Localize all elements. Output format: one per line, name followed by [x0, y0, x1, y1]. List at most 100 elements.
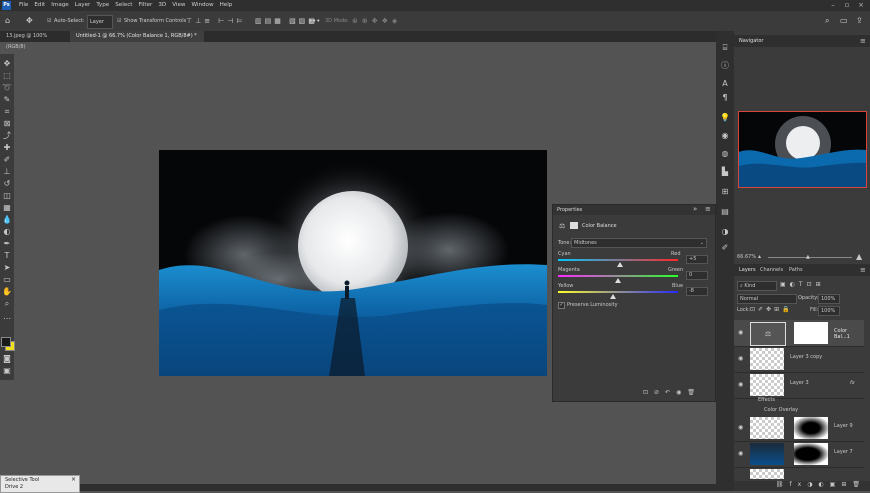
yellow-blue-slider-track[interactable]: [558, 291, 678, 293]
cyan-red-value[interactable]: +5: [686, 255, 708, 264]
swatches-icon[interactable]: ◍: [720, 149, 730, 159]
properties-footer-icons[interactable]: ⊡⊘↶◉🗑: [643, 389, 701, 396]
character-icon[interactable]: A: [720, 79, 730, 89]
stamp-tool-icon[interactable]: ⊥: [2, 167, 12, 177]
menu-window[interactable]: Window: [192, 0, 214, 11]
layer-name[interactable]: Color Bal...1: [834, 328, 864, 340]
foreground-color-swatch[interactable]: [1, 337, 11, 347]
visibility-eye-icon[interactable]: ◉: [738, 381, 743, 388]
yellow-blue-slider-thumb[interactable]: [610, 294, 617, 299]
visibility-eye-icon[interactable]: ◉: [738, 424, 743, 431]
navigator-zoom[interactable]: 66.67%: [737, 254, 756, 260]
opacity-input[interactable]: 100%: [818, 294, 840, 304]
lasso-tool-icon[interactable]: ➰: [2, 83, 12, 93]
tab-untitled-1[interactable]: Untitled-1 @ 66.7% (Color Balance 1, RGB…: [70, 31, 204, 42]
layer-row-layer-7[interactable]: ◉ Layer 7: [734, 441, 864, 468]
menu-3d[interactable]: 3D: [158, 0, 166, 11]
layer-name[interactable]: Layer 7: [834, 449, 853, 455]
menu-image[interactable]: Image: [51, 0, 69, 11]
magenta-green-slider-thumb[interactable]: [615, 278, 621, 283]
layer-name[interactable]: Layer 3: [790, 380, 809, 386]
3d-tool-icons[interactable]: ⊛⊕✥❖◈: [352, 15, 401, 27]
lock-icons[interactable]: ⊡✐✥⊞🔒: [750, 306, 793, 313]
blur-tool-icon[interactable]: 💧: [2, 215, 12, 225]
layer-mask-thumb[interactable]: [794, 322, 828, 344]
layer-row-color-balance[interactable]: ◉ ⚖ Color Bal...1: [734, 320, 864, 347]
layer-mask-icon[interactable]: [570, 222, 578, 229]
menu-help[interactable]: Help: [220, 0, 233, 11]
menu-type[interactable]: Type: [96, 0, 109, 11]
tone-dropdown[interactable]: Midtones ⌄: [571, 238, 707, 248]
layer-filter-icons[interactable]: ▣◐T⊡⊞: [780, 281, 825, 288]
navigator-preview[interactable]: [738, 111, 867, 188]
layers-footer-icons[interactable]: ⛓fx◑◐▣⊞🗑: [734, 481, 870, 491]
layer-row-layer-3[interactable]: ◉ Layer 3 fx: [734, 372, 864, 399]
adjustments-icon[interactable]: ▤: [720, 207, 730, 217]
more-options-icon[interactable]: •••: [308, 15, 320, 27]
grid-icon[interactable]: ⊞: [720, 187, 730, 197]
zoom-slider-thumb[interactable]: ▲: [806, 254, 810, 260]
screen-mode-icon[interactable]: ▣: [2, 366, 12, 376]
marquee-tool-icon[interactable]: ⬚: [2, 71, 12, 81]
layer-filter-dropdown[interactable]: ⌕ Kind: [737, 281, 777, 291]
move-tool-icon[interactable]: ✥: [2, 59, 12, 69]
move-tool-icon[interactable]: ✥: [26, 15, 33, 27]
brush-tool-icon[interactable]: ✐: [2, 155, 12, 165]
search-icon[interactable]: ⌕: [825, 15, 829, 27]
hand-tool-icon[interactable]: ✋: [2, 287, 12, 297]
layer-name[interactable]: Layer 3 copy: [790, 354, 822, 360]
pen-tool-icon[interactable]: ✒: [2, 239, 12, 249]
shape-tool-icon[interactable]: ▭: [2, 275, 12, 285]
info-icon[interactable]: ⓘ: [720, 61, 730, 71]
frame-tool-icon[interactable]: ⊠: [2, 119, 12, 129]
dodge-tool-icon[interactable]: ◐: [2, 227, 12, 237]
menu-layer[interactable]: Layer: [75, 0, 91, 11]
visibility-eye-icon[interactable]: ◉: [738, 355, 743, 362]
layer-mask-thumb[interactable]: [794, 417, 828, 439]
share-icon[interactable]: ⇪: [856, 15, 863, 27]
layer-mask-thumb[interactable]: [794, 443, 828, 465]
show-transform-checkbox[interactable]: ☑: [117, 15, 121, 27]
magenta-green-value[interactable]: 0: [686, 271, 708, 280]
brush-settings-icon[interactable]: ✐: [720, 243, 730, 253]
close-icon[interactable]: ×: [855, 0, 867, 11]
home-icon[interactable]: ⌂: [5, 15, 10, 27]
workspace-icon[interactable]: ▭: [840, 15, 848, 27]
fx-badge[interactable]: fx: [850, 380, 855, 386]
menu-edit[interactable]: Edit: [34, 0, 45, 11]
type-tool-icon[interactable]: T: [2, 251, 12, 261]
tab-channels[interactable]: Channels: [760, 264, 783, 276]
minimize-icon[interactable]: –: [827, 0, 839, 11]
crop-tool-icon[interactable]: ⌗: [2, 107, 12, 117]
tab-paths[interactable]: Paths: [789, 264, 803, 276]
auto-select-checkbox[interactable]: ☑: [47, 15, 51, 27]
document-canvas[interactable]: [159, 150, 547, 376]
gradient-tool-icon[interactable]: ▦: [2, 203, 12, 213]
yellow-blue-value[interactable]: -8: [686, 287, 708, 296]
zoom-in-icon[interactable]: ▲: [856, 252, 862, 261]
menu-file[interactable]: File: [19, 0, 28, 11]
color-overlay-label[interactable]: Color Overlay: [764, 407, 798, 413]
menu-select[interactable]: Select: [115, 0, 132, 11]
align-icons[interactable]: ⊤⊥≡ ⊢⊣⊨: [186, 15, 246, 27]
styles-icon[interactable]: ◑: [720, 227, 730, 237]
maximize-icon[interactable]: ▫: [841, 0, 853, 11]
zoom-out-icon[interactable]: ▴: [758, 253, 761, 260]
lightbulb-icon[interactable]: 💡: [720, 113, 730, 123]
collapse-icon[interactable]: »: [693, 205, 697, 213]
layer-row-layer-3-copy[interactable]: ◉ Layer 3 copy: [734, 346, 864, 373]
cyan-red-slider-track[interactable]: [558, 259, 678, 261]
eraser-icon[interactable]: ◫: [2, 191, 12, 201]
paragraph-icon[interactable]: ¶: [720, 93, 730, 103]
history-brush-icon[interactable]: ↺: [2, 179, 12, 189]
panel-menu-icon[interactable]: ≡: [860, 264, 866, 276]
auto-select-dropdown[interactable]: Layer: [87, 15, 113, 29]
menu-filter[interactable]: Filter: [138, 0, 152, 11]
zoom-tool-icon[interactable]: ⌕: [2, 299, 12, 309]
more-tools-icon[interactable]: ⋯: [2, 314, 12, 324]
eyedropper-icon[interactable]: ⤴: [2, 131, 12, 141]
quick-select-icon[interactable]: ✎: [2, 95, 12, 105]
path-select-icon[interactable]: ➤: [2, 263, 12, 273]
menu-view[interactable]: View: [172, 0, 185, 11]
magenta-green-slider-track[interactable]: [558, 275, 678, 277]
